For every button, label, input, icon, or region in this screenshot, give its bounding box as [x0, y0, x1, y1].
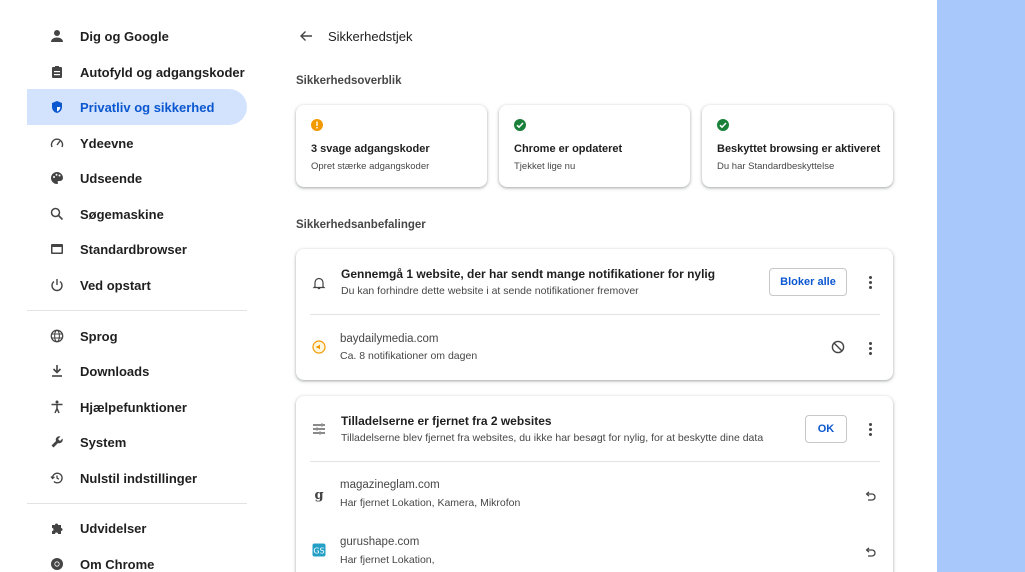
sidebar-item-label: Søgemaskine: [80, 206, 164, 222]
sidebar-item-accessibility[interactable]: Hjælpefunktioner: [27, 389, 247, 425]
sidebar-item-autofill[interactable]: Autofyld og adgangskoder: [27, 54, 247, 90]
sidebar-item-appearance[interactable]: Udseende: [27, 160, 247, 196]
sidebar-item-label: System: [80, 434, 127, 450]
recommendation-title: Gennemgå 1 website, der har sendt mange …: [341, 267, 716, 281]
site-name: magazineglam.com: [340, 479, 440, 491]
sidebar-item-label: Ved opstart: [80, 277, 151, 293]
speedometer-icon: [49, 135, 65, 151]
wrench-icon: [49, 434, 65, 450]
sidebar-item-search-engine[interactable]: Søgemaskine: [27, 196, 247, 232]
sidebar-item-extensions[interactable]: Udvidelser: [27, 510, 247, 546]
chrome-updated-card[interactable]: Chrome er opdateret Tjekket lige nu: [499, 105, 690, 187]
sidebar-item-label: Hjælpefunktioner: [80, 399, 187, 415]
sidebar-item-performance[interactable]: Ydeevne: [27, 125, 247, 161]
recommendations-section-title: Sikkerhedsanbefalinger: [296, 219, 426, 231]
search-icon: [49, 206, 65, 222]
more-options-icon[interactable]: [862, 273, 878, 291]
browser-icon: [49, 241, 65, 257]
site-detail: Har fjernet Lokation,: [340, 554, 435, 566]
shield-icon: [49, 99, 65, 115]
card-title: Beskyttet browsing er aktiveret: [717, 143, 881, 155]
undo-icon[interactable]: [862, 544, 878, 560]
recommendation-subtitle: Tilladelserne blev fjernet fra websites,…: [341, 432, 764, 444]
site-detail: Ca. 8 notifikationer om dagen: [340, 350, 478, 362]
warning-icon: [311, 119, 323, 131]
card-title: Chrome er opdateret: [514, 143, 623, 155]
bell-icon: [311, 275, 327, 291]
sidebar-item-label: Udseende: [80, 170, 143, 186]
more-options-icon[interactable]: [862, 339, 878, 357]
page-title: Sikkerhedstjek: [328, 28, 413, 44]
weak-passwords-card[interactable]: 3 svage adgangskoder Opret stærke adgang…: [296, 105, 487, 187]
site-name: baydailymedia.com: [340, 333, 439, 345]
sidebar-item-label: Udvidelser: [80, 520, 147, 536]
sidebar-item-system[interactable]: System: [27, 424, 247, 460]
globe-icon: [49, 328, 65, 344]
card-subtitle: Du har Standardbeskyttelse: [717, 161, 835, 172]
puzzle-icon: [49, 520, 65, 536]
card-subtitle: Tjekket lige nu: [514, 161, 576, 172]
sidebar-item-label: Downloads: [80, 363, 150, 379]
sidebar-item-reset-settings[interactable]: Nulstil indstillinger: [27, 460, 247, 496]
back-arrow-icon[interactable]: [296, 26, 316, 46]
power-icon: [49, 277, 65, 293]
settings-sidebar: Dig og Google Autofyld og adgangskoder P…: [0, 0, 262, 572]
accessibility-icon: [49, 399, 65, 415]
undo-icon[interactable]: [862, 488, 878, 504]
check-circle-icon: [514, 119, 526, 131]
sidebar-item-about-chrome[interactable]: Om Chrome: [27, 546, 247, 572]
clipboard-icon: [49, 64, 65, 80]
page-header: Sikkerhedstjek: [296, 24, 413, 48]
person-icon: [49, 28, 65, 44]
notifications-recommendation-card: Gennemgå 1 website, der har sendt mange …: [296, 249, 893, 380]
background-strip: [937, 0, 1025, 572]
sidebar-item-on-startup[interactable]: Ved opstart: [27, 267, 247, 303]
sidebar-item-you-and-google[interactable]: Dig og Google: [27, 18, 247, 54]
download-icon: [49, 363, 65, 379]
sidebar-item-label: Om Chrome: [80, 556, 155, 572]
sidebar-item-label: Autofyld og adgangskoder: [80, 64, 245, 80]
card-subtitle: Opret stærke adgangskoder: [311, 161, 430, 172]
sidebar-item-label: Ydeevne: [80, 135, 134, 151]
sidebar-item-label: Dig og Google: [80, 28, 169, 44]
sidebar-item-default-browser[interactable]: Standardbrowser: [27, 231, 247, 267]
safe-browsing-card[interactable]: Beskyttet browsing er aktiveret Du har S…: [702, 105, 893, 187]
card-title: 3 svage adgangskoder: [311, 143, 430, 155]
sidebar-divider: [27, 503, 247, 504]
ok-button[interactable]: OK: [805, 415, 847, 443]
site-favicon-icon: GS: [311, 542, 327, 558]
site-detail: Har fjernet Lokation, Kamera, Mikrofon: [340, 497, 521, 509]
block-all-button[interactable]: Bloker alle: [769, 268, 847, 296]
card-divider: [310, 461, 880, 462]
sidebar-item-languages[interactable]: Sprog: [27, 318, 247, 354]
svg-text:GS: GS: [313, 547, 324, 556]
overview-section-title: Sikkerhedsoverblik: [296, 75, 402, 87]
palette-icon: [49, 170, 65, 186]
site-name: gurushape.com: [340, 536, 420, 548]
sidebar-item-label: Standardbrowser: [80, 241, 187, 257]
site-favicon-icon: g: [314, 487, 324, 503]
recommendation-subtitle: Du kan forhindre dette website i at send…: [341, 285, 639, 297]
sidebar-item-label: Sprog: [80, 328, 118, 344]
sidebar-item-downloads[interactable]: Downloads: [27, 353, 247, 389]
card-divider: [310, 314, 880, 315]
more-options-icon[interactable]: [862, 420, 878, 438]
history-icon: [49, 470, 65, 486]
permissions-recommendation-card: Tilladelserne er fjernet fra 2 websites …: [296, 396, 893, 572]
chrome-icon: [49, 556, 65, 572]
sidebar-item-privacy[interactable]: Privatliv og sikkerhed: [27, 89, 247, 125]
sidebar-item-label: Nulstil indstillinger: [80, 470, 198, 486]
recommendation-title: Tilladelserne er fjernet fra 2 websites: [341, 414, 552, 428]
sidebar-item-label: Privatliv og sikkerhed: [80, 99, 215, 115]
site-favicon-icon: [311, 339, 327, 355]
sidebar-divider: [27, 310, 247, 311]
block-icon[interactable]: [830, 339, 846, 355]
check-circle-icon: [717, 119, 729, 131]
tune-icon: [311, 421, 327, 437]
